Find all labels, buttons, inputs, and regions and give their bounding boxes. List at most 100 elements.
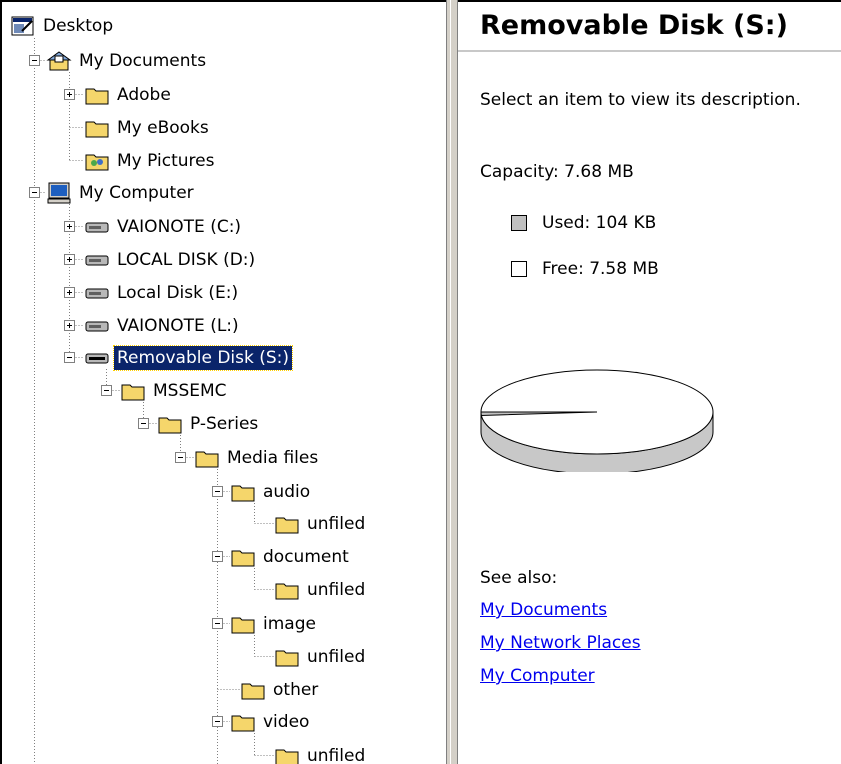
tree-item-my-documents[interactable]: My Documents — [46, 48, 209, 74]
tree-item-label: VAIONOTE (L:) — [117, 316, 239, 336]
folder-icon — [231, 715, 255, 732]
folder-icon — [158, 417, 182, 434]
folder-icon — [231, 617, 255, 634]
tree-item-p-series[interactable]: P-Series — [157, 411, 261, 437]
expand-toggle[interactable] — [64, 89, 75, 100]
collapse-toggle[interactable] — [64, 352, 75, 363]
tree-item-label: unfiled — [307, 514, 366, 534]
drive-icon — [85, 222, 109, 233]
tree-item-label: video — [263, 712, 310, 732]
collapse-toggle[interactable] — [29, 187, 40, 198]
pane-splitter[interactable] — [446, 0, 458, 764]
tree-item-removable-disk-s[interactable]: Removable Disk (S:) — [84, 345, 294, 371]
tree-item-other[interactable]: other — [240, 677, 321, 703]
tree-item-video[interactable]: video — [230, 709, 312, 735]
tree-item-label: Local Disk (E:) — [117, 283, 239, 303]
folder-tree[interactable]: Desktop My Documents Adobe My eBooks My … — [0, 0, 446, 764]
tree-item-label: P-Series — [190, 414, 259, 434]
collapse-toggle[interactable] — [212, 716, 223, 727]
tree-item-label: Media files — [227, 448, 319, 468]
link-my-computer[interactable]: My Computer — [480, 666, 595, 686]
tree-item-document[interactable]: document — [230, 544, 352, 570]
expand-toggle[interactable] — [64, 254, 75, 265]
tree-item-unfiled[interactable]: unfiled — [274, 644, 368, 670]
tree-item-drive-c[interactable]: VAIONOTE (C:) — [84, 214, 244, 240]
tree-item-label: Removable Disk (S:) — [112, 345, 294, 371]
free-swatch — [511, 261, 527, 277]
see-also-label: See also: — [480, 568, 558, 588]
pictures-folder-icon — [85, 154, 109, 171]
used-swatch — [511, 215, 527, 231]
tree-item-label: audio — [263, 482, 311, 502]
tree-item-label: unfiled — [307, 580, 366, 600]
drive-icon — [85, 255, 109, 266]
tree-item-unfiled[interactable]: unfiled — [274, 743, 368, 764]
folder-icon — [275, 583, 299, 600]
tree-item-label: My Documents — [79, 51, 207, 71]
tree-item-my-computer[interactable]: My Computer — [46, 180, 197, 206]
description-text: Select an item to view its description. — [480, 90, 801, 110]
tree-item-label: VAIONOTE (C:) — [117, 217, 242, 237]
tree-item-media-files[interactable]: Media files — [194, 445, 321, 471]
used-text: Used: 104 KB — [542, 213, 657, 233]
tree-item-unfiled[interactable]: unfiled — [274, 577, 368, 603]
desktop-icon — [11, 16, 34, 36]
explorer-window: Desktop My Documents Adobe My eBooks My … — [0, 0, 841, 764]
tree-item-image[interactable]: image — [230, 611, 319, 637]
folder-icon — [121, 384, 145, 401]
tree-item-my-ebooks[interactable]: My eBooks — [84, 115, 212, 141]
expand-toggle[interactable] — [64, 320, 75, 331]
folder-icon — [231, 550, 255, 567]
folder-icon — [275, 749, 299, 764]
collapse-toggle[interactable] — [212, 486, 223, 497]
collapse-toggle[interactable] — [212, 618, 223, 629]
collapse-toggle[interactable] — [138, 418, 149, 429]
tree-item-label: My Pictures — [117, 151, 215, 171]
folder-icon — [85, 88, 109, 105]
link-my-documents[interactable]: My Documents — [480, 600, 607, 620]
collapse-toggle[interactable] — [101, 385, 112, 396]
collapse-toggle[interactable] — [212, 551, 223, 562]
capacity-text: Capacity: 7.68 MB — [480, 162, 634, 182]
tree-item-label: Desktop — [43, 16, 114, 36]
tree-item-drive-d[interactable]: LOCAL DISK (D:) — [84, 247, 258, 273]
folder-icon — [195, 451, 219, 468]
drive-icon — [85, 288, 109, 299]
disk-usage-pie — [480, 369, 714, 472]
tree-item-unfiled[interactable]: unfiled — [274, 511, 368, 537]
expand-toggle[interactable] — [64, 287, 75, 298]
tree-item-drive-e[interactable]: Local Disk (E:) — [84, 280, 241, 306]
folder-icon — [241, 683, 265, 700]
tree-item-label: document — [263, 547, 349, 567]
title-divider — [458, 50, 841, 52]
link-my-network-places[interactable]: My Network Places — [480, 633, 641, 653]
tree-item-my-pictures[interactable]: My Pictures — [84, 148, 217, 174]
folder-icon — [231, 485, 255, 502]
details-pane: Removable Disk (S:) Select an item to vi… — [458, 0, 841, 764]
tree-item-label: Adobe — [117, 85, 171, 105]
free-text: Free: 7.58 MB — [542, 259, 659, 279]
my-documents-icon — [46, 51, 72, 71]
tree-item-desktop[interactable]: Desktop — [10, 13, 116, 39]
expand-toggle[interactable] — [64, 221, 75, 232]
tree-item-adobe[interactable]: Adobe — [84, 82, 174, 108]
tree-item-label: LOCAL DISK (D:) — [117, 250, 256, 270]
page-title: Removable Disk (S:) — [480, 10, 788, 41]
tree-item-audio[interactable]: audio — [230, 479, 313, 505]
tree-item-label: My Computer — [79, 183, 194, 203]
folder-icon — [85, 121, 109, 138]
drive-icon — [85, 321, 109, 332]
tree-item-drive-l[interactable]: VAIONOTE (L:) — [84, 313, 242, 339]
removable-disk-icon — [85, 353, 109, 364]
tree-item-label: other — [273, 680, 319, 700]
tree-item-label: image — [263, 614, 316, 634]
collapse-toggle[interactable] — [175, 452, 186, 463]
tree-item-mssemc[interactable]: MSSEMC — [120, 378, 230, 404]
tree-item-label: MSSEMC — [153, 381, 227, 401]
tree-item-label: unfiled — [307, 746, 366, 764]
my-computer-icon — [47, 182, 71, 204]
collapse-toggle[interactable] — [29, 55, 40, 66]
tree-item-label: unfiled — [307, 647, 366, 667]
folder-icon — [275, 650, 299, 667]
tree-item-label: My eBooks — [117, 118, 209, 138]
